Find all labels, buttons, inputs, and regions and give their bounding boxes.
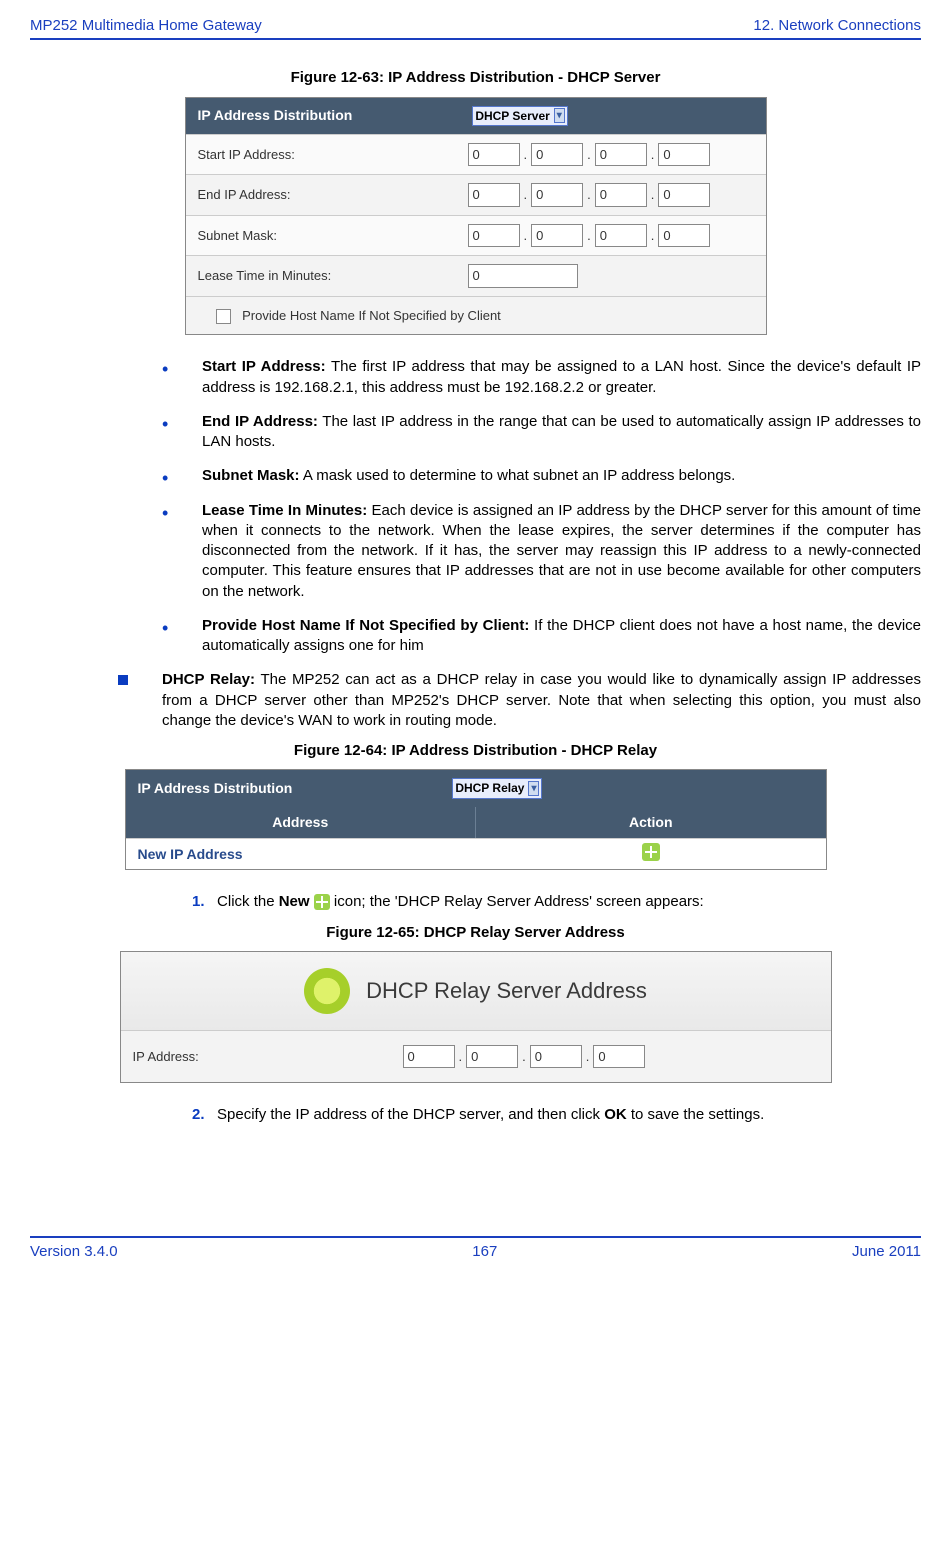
col-action: Action [476, 807, 826, 838]
header-right: 12. Network Connections [753, 16, 921, 36]
relay-ip-octet-4[interactable]: 0 [593, 1045, 645, 1069]
subnet-octet-1[interactable]: 0 [468, 224, 520, 248]
step-1: 1. Click the New icon; the 'DHCP Relay S… [152, 892, 921, 912]
relay-server-address-screenshot: DHCP Relay Server Address IP Address: 0.… [120, 951, 832, 1084]
desc-end-ip: End IP Address: The last IP address in t… [152, 412, 921, 453]
desc-lease: Lease Time In Minutes: Each device is as… [152, 501, 921, 602]
row-hostname: Provide Host Name If Not Specified by Cl… [186, 296, 766, 335]
end-ip-label: End IP Address: [198, 186, 468, 204]
start-ip-octet-2[interactable]: 0 [531, 143, 583, 167]
subnet-octet-4[interactable]: 0 [658, 224, 710, 248]
step-2: 2. Specify the IP address of the DHCP se… [152, 1105, 921, 1125]
desc-start-ip: Start IP Address: The first IP address t… [152, 357, 921, 398]
end-ip-octet-3[interactable]: 0 [595, 183, 647, 207]
desc-hostname: Provide Host Name If Not Specified by Cl… [152, 616, 921, 657]
dhcp-relay-section: DHCP Relay: The MP252 can act as a DHCP … [30, 670, 921, 731]
footer-date: June 2011 [852, 1242, 921, 1262]
end-ip-octet-2[interactable]: 0 [531, 183, 583, 207]
header-left: MP252 Multimedia Home Gateway [30, 16, 262, 36]
select-value: DHCP Server [475, 108, 549, 124]
relay-title: IP Address Distribution [138, 779, 293, 798]
hostname-label: Provide Host Name If Not Specified by Cl… [242, 308, 501, 323]
dhcp-relay-screenshot: IP Address Distribution DHCP Relay ▾ Add… [125, 769, 827, 870]
dhcp-relay-text: DHCP Relay: The MP252 can act as a DHCP … [110, 670, 921, 731]
relay-address-header: DHCP Relay Server Address [121, 952, 831, 1031]
chevron-down-icon: ▾ [528, 781, 539, 797]
row-subnet: Subnet Mask: 0. 0. 0. 0 [186, 215, 766, 256]
relay-ip-row: IP Address: 0. 0. 0. 0 [121, 1031, 831, 1083]
hostname-checkbox[interactable] [216, 309, 231, 324]
dhcp-server-screenshot: IP Address Distribution DHCP Server ▾ St… [185, 97, 767, 336]
end-ip-octet-1[interactable]: 0 [468, 183, 520, 207]
relay-address-title: DHCP Relay Server Address [366, 976, 647, 1006]
page-header: MP252 Multimedia Home Gateway 12. Networ… [30, 16, 921, 40]
relay-ip-octet-1[interactable]: 0 [403, 1045, 455, 1069]
add-icon[interactable] [642, 843, 660, 861]
start-ip-octet-1[interactable]: 0 [468, 143, 520, 167]
field-descriptions: Start IP Address: The first IP address t… [30, 357, 921, 656]
panel-header-relay: IP Address Distribution DHCP Relay ▾ [126, 770, 826, 806]
chevron-down-icon: ▾ [554, 108, 565, 124]
start-ip-label: Start IP Address: [198, 146, 468, 164]
gear-icon [304, 968, 350, 1014]
end-ip-octet-4[interactable]: 0 [658, 183, 710, 207]
figure-caption-1: Figure 12-63: IP Address Distribution - … [30, 68, 921, 88]
new-ip-label: New IP Address [126, 839, 476, 870]
subnet-octet-2[interactable]: 0 [531, 224, 583, 248]
relay-ip-octet-3[interactable]: 0 [530, 1045, 582, 1069]
figure-caption-3: Figure 12-65: DHCP Relay Server Address [30, 923, 921, 943]
start-ip-octet-3[interactable]: 0 [595, 143, 647, 167]
subnet-octet-3[interactable]: 0 [595, 224, 647, 248]
row-lease: Lease Time in Minutes: 0 [186, 255, 766, 296]
lease-input[interactable]: 0 [468, 264, 578, 288]
footer-page: 167 [472, 1242, 497, 1262]
panel-header: IP Address Distribution DHCP Server ▾ [186, 98, 766, 134]
desc-subnet: Subnet Mask: A mask used to determine to… [152, 466, 921, 486]
col-address: Address [126, 807, 477, 838]
start-ip-octet-4[interactable]: 0 [658, 143, 710, 167]
add-icon [314, 894, 330, 910]
relay-select-value: DHCP Relay [455, 780, 524, 796]
subnet-label: Subnet Mask: [198, 227, 468, 245]
relay-ip-label: IP Address: [133, 1048, 403, 1066]
steps: 1. Click the New icon; the 'DHCP Relay S… [30, 892, 921, 912]
row-end-ip: End IP Address: 0. 0. 0. 0 [186, 174, 766, 215]
page-footer: Version 3.4.0 167 June 2011 [30, 1238, 921, 1262]
figure-caption-2: Figure 12-64: IP Address Distribution - … [30, 741, 921, 761]
relay-ip-octet-2[interactable]: 0 [466, 1045, 518, 1069]
footer-version: Version 3.4.0 [30, 1242, 118, 1262]
new-ip-row[interactable]: New IP Address [126, 838, 826, 870]
lease-label: Lease Time in Minutes: [198, 267, 468, 285]
panel-title: IP Address Distribution [198, 106, 353, 125]
distribution-select[interactable]: DHCP Server ▾ [472, 106, 568, 126]
relay-select[interactable]: DHCP Relay ▾ [452, 778, 542, 798]
relay-table-header: Address Action [126, 807, 826, 838]
row-start-ip: Start IP Address: 0. 0. 0. 0 [186, 134, 766, 175]
steps-2: 2. Specify the IP address of the DHCP se… [30, 1105, 921, 1125]
